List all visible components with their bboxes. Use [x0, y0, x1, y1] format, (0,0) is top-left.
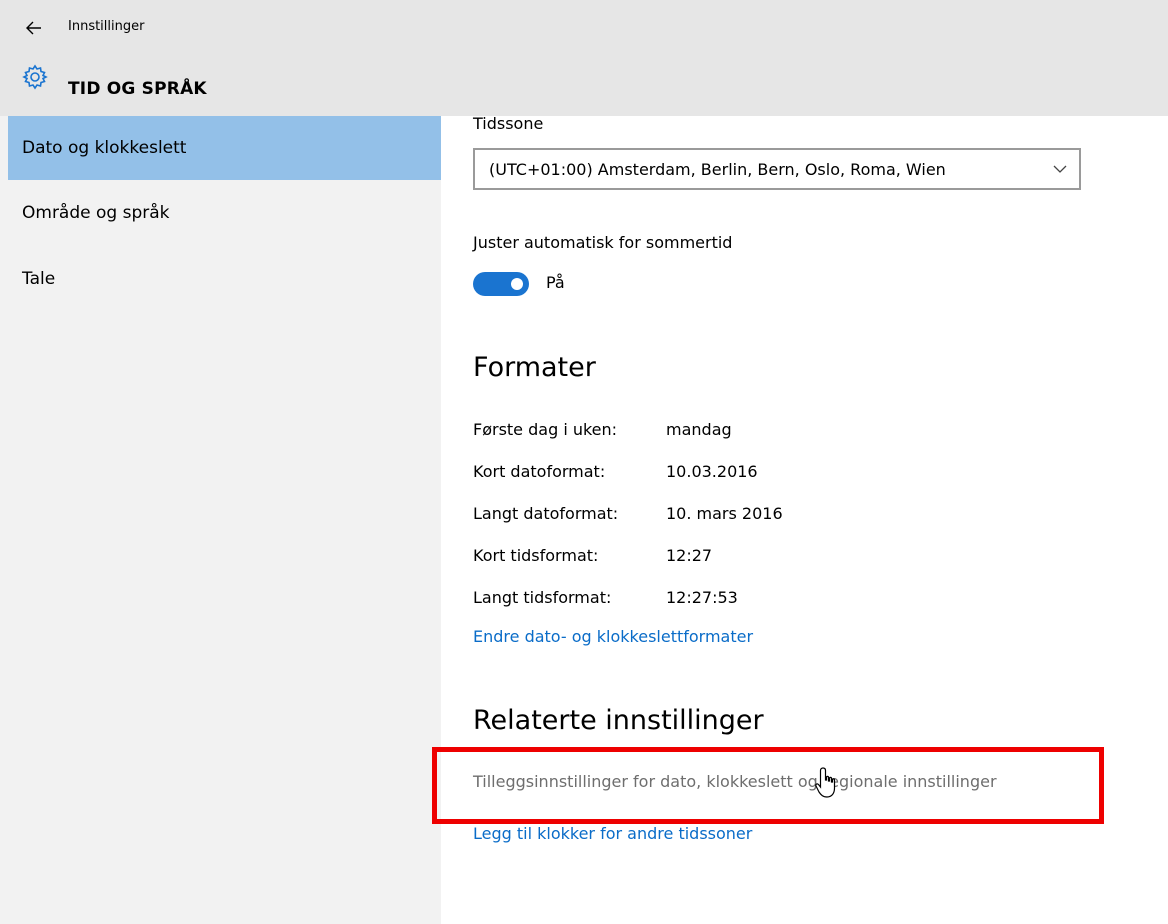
dst-label: Juster automatisk for sommertid: [473, 233, 733, 252]
format-value: 10. mars 2016: [666, 504, 783, 523]
formats-heading: Formater: [473, 352, 596, 383]
format-value: 10.03.2016: [666, 462, 758, 481]
related-settings-heading: Relaterte innstillinger: [473, 705, 764, 736]
format-value: 12:27:53: [666, 588, 738, 607]
sidebar-item-label: Område og språk: [22, 203, 170, 223]
gear-icon: [22, 64, 48, 90]
title-bar: [0, 0, 1168, 58]
sidebar-item-label: Tale: [22, 269, 56, 289]
toggle-knob: [511, 278, 523, 290]
sidebar-item-dato-og-klokkeslett[interactable]: Dato og klokkeslett: [8, 116, 441, 180]
format-label: Kort datoformat:: [473, 462, 606, 481]
format-label: Kort tidsformat:: [473, 546, 599, 565]
timezone-label: Tidssone: [473, 114, 544, 133]
hand-cursor-icon: [815, 767, 836, 798]
change-formats-link[interactable]: Endre dato- og klokkeslettformater: [473, 627, 753, 646]
sidebar-item-omrade-og-sprak[interactable]: Område og språk: [8, 181, 441, 245]
section-title: TID OG SPRÅK: [68, 79, 207, 99]
format-label: Langt datoformat:: [473, 504, 619, 523]
format-label: Første dag i uken:: [473, 420, 618, 439]
chevron-down-icon: [1053, 165, 1067, 173]
sidebar-item-tale[interactable]: Tale: [8, 247, 441, 311]
timezone-dropdown[interactable]: (UTC+01:00) Amsterdam, Berlin, Bern, Osl…: [473, 148, 1081, 190]
add-clocks-link[interactable]: Legg til klokker for andre tidssoner: [473, 824, 752, 843]
format-value: 12:27: [666, 546, 713, 565]
sidebar-item-label: Dato og klokkeslett: [22, 138, 187, 158]
format-value: mandag: [666, 420, 732, 439]
timezone-selected-value: (UTC+01:00) Amsterdam, Berlin, Bern, Osl…: [489, 160, 946, 179]
back-arrow-icon[interactable]: [24, 18, 44, 38]
highlight-box: [432, 747, 1104, 824]
dst-toggle-state: På: [546, 273, 565, 292]
dst-toggle[interactable]: [473, 272, 529, 296]
app-title: Innstillinger: [68, 19, 145, 34]
format-label: Langt tidsformat:: [473, 588, 612, 607]
